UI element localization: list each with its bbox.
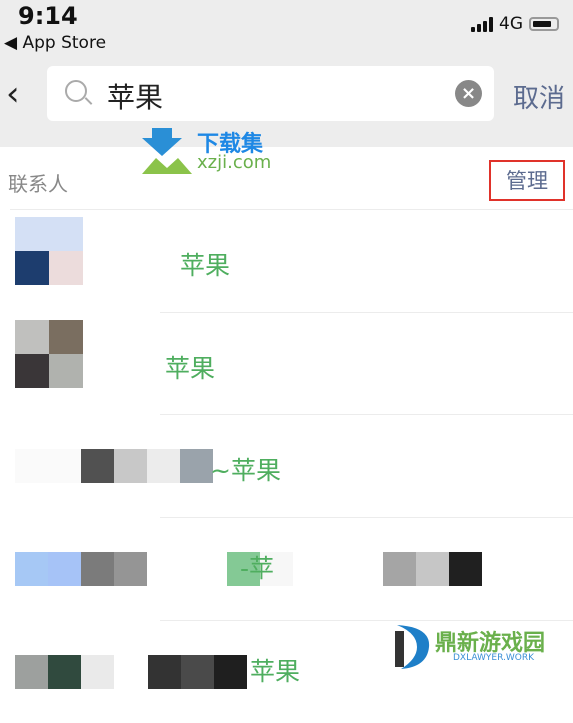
contact-row[interactable] — [0, 209, 573, 312]
watermark-xzji: 下载集 xzji.com — [142, 128, 271, 178]
name-block — [449, 552, 482, 586]
search-input[interactable]: 苹果 × — [47, 66, 494, 121]
name-block — [114, 449, 147, 483]
name-block — [48, 449, 81, 483]
avatar-block — [49, 217, 83, 251]
divider — [160, 414, 573, 415]
avatar-block — [15, 354, 49, 388]
clear-icon[interactable]: × — [455, 80, 482, 107]
search-query[interactable]: 苹果 — [107, 76, 163, 116]
network-label: 4G — [499, 14, 523, 34]
status-indicators: 4G — [471, 14, 559, 34]
name-block — [416, 552, 449, 586]
divider — [160, 517, 573, 518]
name-block — [181, 655, 214, 689]
signal-icon — [471, 16, 493, 32]
avatar-block — [49, 320, 83, 354]
search-icon — [65, 80, 87, 102]
avatar-block — [15, 217, 49, 251]
back-to-app-store[interactable]: ◀ App Store — [4, 33, 106, 53]
watermark-dxyx: 鼎新游戏园 DXLAWYER.WORK — [393, 623, 545, 673]
avatar-block — [15, 251, 49, 285]
back-chevron-icon[interactable]: ‹ — [6, 74, 20, 114]
name-block — [214, 655, 247, 689]
status-time: 9:14 — [18, 2, 78, 30]
name-block — [15, 552, 48, 586]
name-block — [15, 655, 48, 689]
manage-button[interactable]: 管理 — [489, 160, 565, 201]
name-block — [15, 449, 48, 483]
watermark-url: DXLAWYER.WORK — [453, 653, 534, 663]
name-block — [48, 552, 81, 586]
contact-name-match: 苹果 — [180, 251, 231, 280]
name-block — [383, 552, 416, 586]
avatar-block — [49, 251, 83, 285]
name-block — [81, 655, 114, 689]
contact-name-match: -苹 — [240, 554, 275, 583]
contact-name-match: 苹果 — [250, 657, 301, 686]
contact-row[interactable] — [0, 312, 573, 415]
name-block — [114, 552, 147, 586]
battery-icon — [529, 17, 559, 31]
watermark-url: xzji.com — [197, 152, 272, 173]
cancel-button[interactable]: 取消 — [513, 78, 565, 115]
avatar-block — [15, 320, 49, 354]
name-block — [148, 655, 181, 689]
section-title: 联系人 — [8, 172, 68, 196]
contact-name-match: 苹果 — [165, 354, 216, 383]
avatar-block — [49, 354, 83, 388]
divider — [160, 312, 573, 313]
name-block — [48, 655, 81, 689]
name-block — [81, 449, 114, 483]
name-block — [81, 552, 114, 586]
name-block — [147, 449, 180, 483]
name-block — [180, 449, 213, 483]
divider — [160, 620, 573, 621]
contact-name-match: ~苹果 — [210, 456, 281, 485]
